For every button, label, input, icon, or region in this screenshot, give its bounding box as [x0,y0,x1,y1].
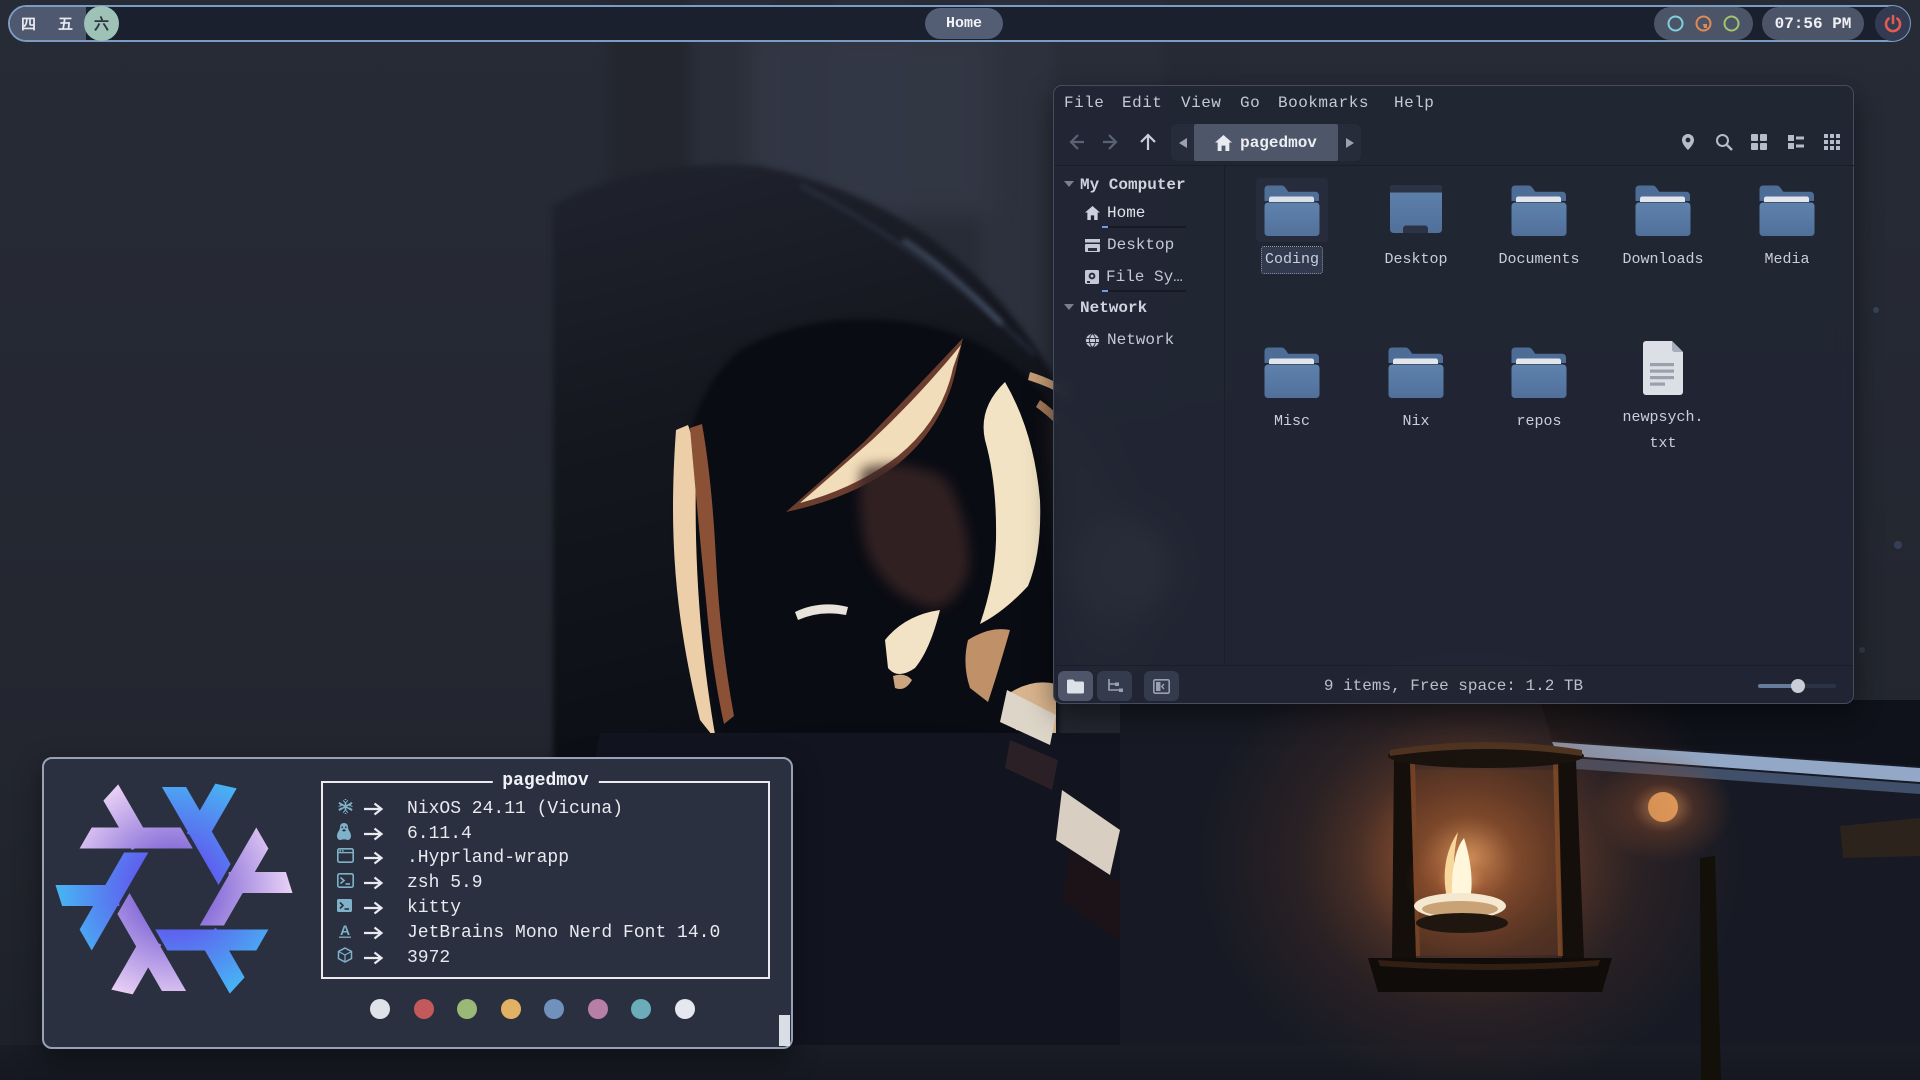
svg-text:A: A [340,923,350,938]
